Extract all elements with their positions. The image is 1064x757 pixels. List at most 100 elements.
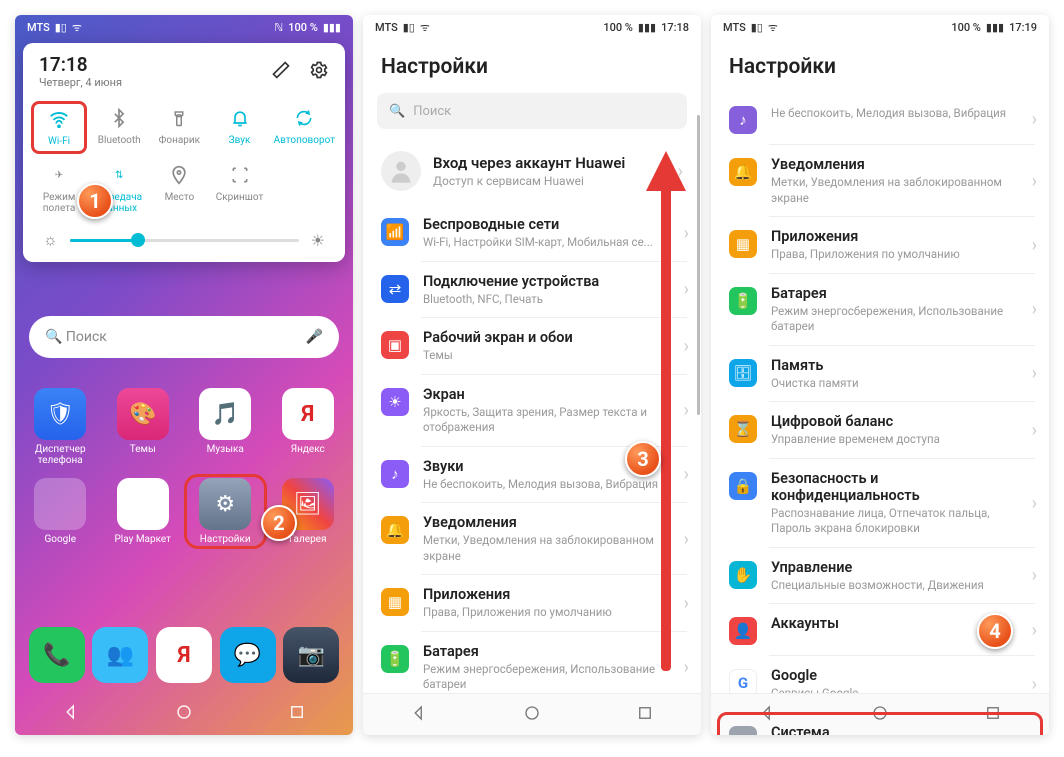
settings-row[interactable]: ▦ПриложенияПрава, Приложения по умолчани… <box>711 217 1049 274</box>
nav-home[interactable] <box>175 703 193 725</box>
step-badge-4: 4 <box>977 613 1013 649</box>
bell-icon <box>229 107 251 129</box>
wifi-icon: ᯤ <box>768 20 778 35</box>
edit-icon[interactable] <box>271 60 291 84</box>
settings-row[interactable]: ⌛Цифровой балансУправление временем дост… <box>711 402 1049 459</box>
settings-row[interactable]: 📶Беспроводные сетиWi-Fi, Настройки SIM-к… <box>363 205 701 262</box>
battery-icon: ▮▮▮ <box>323 21 341 34</box>
chevron-right-icon: › <box>1028 420 1037 441</box>
app-settings[interactable]: ⚙Настройки <box>188 478 263 545</box>
chevron-right-icon: › <box>680 593 689 614</box>
qs-autorotate[interactable]: Автоповорот <box>272 101 337 154</box>
row-title: Уведомления <box>771 156 1014 173</box>
row-subtitle: Яркость, Защита зрения, Размер текста и … <box>423 405 666 436</box>
row-subtitle: Метки, Уведомления на заблокированном эк… <box>771 175 1014 206</box>
qs-wifi[interactable]: Wi-Fi <box>31 101 87 154</box>
row-icon: ♪ <box>381 460 409 488</box>
row-title: Управление <box>771 559 1014 576</box>
chevron-right-icon: › <box>1028 493 1037 514</box>
qs-airplane[interactable]: ✈Режим полета <box>31 158 87 220</box>
nav-home[interactable] <box>523 704 541 726</box>
settings-row[interactable]: 🗄ПамятьОчистка памяти› <box>711 346 1049 403</box>
chevron-right-icon: › <box>1028 299 1037 320</box>
carrier-label: MTS <box>375 21 398 34</box>
settings-row[interactable]: ▯СистемаСистемная навигация, Обновление … <box>711 713 1049 735</box>
brightness-low-icon: ☼ <box>43 230 58 250</box>
row-subtitle: Не беспокоить, Мелодия вызова, Вибрация <box>423 477 666 493</box>
mic-icon[interactable]: 🎤 <box>306 329 323 345</box>
qs-sound[interactable]: Звук <box>211 101 267 154</box>
nav-back[interactable] <box>62 703 80 725</box>
battery-pct: 100 % <box>288 21 318 34</box>
qs-label: Скриншот <box>216 192 264 203</box>
search-input[interactable]: 🔍Поиск <box>377 93 687 129</box>
row-icon: ▦ <box>729 230 757 258</box>
battery-icon: ▮▮▮ <box>986 21 1004 34</box>
row-subtitle: Права, Приложения по умолчанию <box>771 247 1014 263</box>
row-icon: 👤 <box>729 617 757 645</box>
row-subtitle: Очистка памяти <box>771 376 1014 392</box>
chevron-right-icon: › <box>680 464 689 485</box>
settings-row[interactable]: 🔔УведомленияМетки, Уведомления на заблок… <box>711 145 1049 217</box>
row-icon: 🔋 <box>729 287 757 315</box>
app-themes[interactable]: 🎨Темы <box>106 388 181 466</box>
settings-row[interactable]: ▣Рабочий экран и обоиТемы› <box>363 318 701 375</box>
qs-location[interactable]: Место <box>151 158 207 220</box>
nav-bar <box>363 693 701 735</box>
dock-messages[interactable]: 💬 <box>220 627 276 683</box>
settings-row[interactable]: ♪Не беспокоить, Мелодия вызова, Вибрация… <box>711 93 1049 145</box>
row-icon: ▯ <box>729 726 757 735</box>
settings-row[interactable]: 🔋БатареяРежим энергосбережения, Использо… <box>711 274 1049 346</box>
dock-camera[interactable]: 📷 <box>283 627 339 683</box>
status-bar: MTS ▮▯ ᯤ 100 % ▮▮▮ 17:19 <box>711 15 1049 39</box>
dock-contacts[interactable]: 👥 <box>92 627 148 683</box>
app-play-market[interactable]: ▶Play Маркет <box>106 478 181 545</box>
nav-recent[interactable] <box>288 703 306 725</box>
app-phone-manager[interactable]: 🛡Диспетчер телефона <box>23 388 98 466</box>
row-subtitle: Права, Приложения по умолчанию <box>423 605 666 621</box>
dock-phone[interactable]: 📞 <box>29 627 85 683</box>
row-title: Google <box>771 667 1014 684</box>
row-title: Подключение устройства <box>423 273 666 290</box>
nav-recent[interactable] <box>636 704 654 726</box>
settings-row[interactable]: 🔒Безопасность и конфиденциальностьРаспоз… <box>711 459 1049 548</box>
dock-yandex[interactable]: Я <box>156 627 212 683</box>
status-bar: MTS ▮▯ ᯤ 100 % ▮▮▮ 17:18 <box>363 15 701 39</box>
chevron-right-icon: › <box>680 279 689 300</box>
chevron-right-icon: › <box>1028 109 1037 130</box>
notification-shade: 17:18 Четверг, 4 июня Wi-Fi Bluetooth Фо… <box>23 43 345 262</box>
clock: 17:18 <box>661 21 689 34</box>
home-search[interactable]: 🔍 Поиск 🎤 <box>29 316 339 358</box>
account-title: Вход через аккаунт Huawei <box>433 154 662 172</box>
app-music[interactable]: 🎵Музыка <box>188 388 263 466</box>
row-title: Батарея <box>423 643 666 660</box>
settings-row[interactable]: ▦ПриложенияПрава, Приложения по умолчани… <box>363 575 701 632</box>
brightness-slider[interactable]: ☼ ☀ <box>31 220 337 254</box>
page-title: Настройки <box>363 39 701 93</box>
qs-bluetooth[interactable]: Bluetooth <box>91 101 147 154</box>
battery-pct: 100 % <box>603 21 633 34</box>
battery-pct: 100 % <box>951 21 981 34</box>
chevron-right-icon: › <box>1028 674 1037 695</box>
settings-row[interactable]: ☀ЭкранЯркость, Защита зрения, Размер тек… <box>363 375 701 447</box>
autorotate-icon <box>293 107 315 129</box>
row-title: Экран <box>423 386 666 403</box>
gear-icon[interactable] <box>309 60 329 84</box>
app-yandex[interactable]: ЯЯндекс <box>271 388 346 466</box>
nav-back[interactable] <box>410 704 428 726</box>
chevron-right-icon: › <box>680 529 689 550</box>
row-subtitle: Темы <box>423 348 666 364</box>
settings-row[interactable]: 🔔УведомленияМетки, Уведомления на заблок… <box>363 503 701 575</box>
dock: 📞 👥 Я 💬 📷 <box>15 627 353 687</box>
qs-label: Фонарик <box>159 135 200 146</box>
settings-row[interactable]: ✋УправлениеСпециальные возможности, Движ… <box>711 548 1049 605</box>
app-google-folder[interactable]: Google <box>23 478 98 545</box>
qs-flashlight[interactable]: Фонарик <box>151 101 207 154</box>
settings-row[interactable]: ⇄Подключение устройстваBluetooth, NFC, П… <box>363 262 701 319</box>
row-subtitle: Специальные возможности, Движения <box>771 578 1014 594</box>
qs-screenshot[interactable]: Скриншот <box>211 158 267 220</box>
brightness-high-icon: ☀ <box>311 231 325 250</box>
scrollbar[interactable] <box>697 115 700 675</box>
chevron-right-icon: › <box>1028 171 1037 192</box>
data-icon: ⇅ <box>108 164 130 186</box>
